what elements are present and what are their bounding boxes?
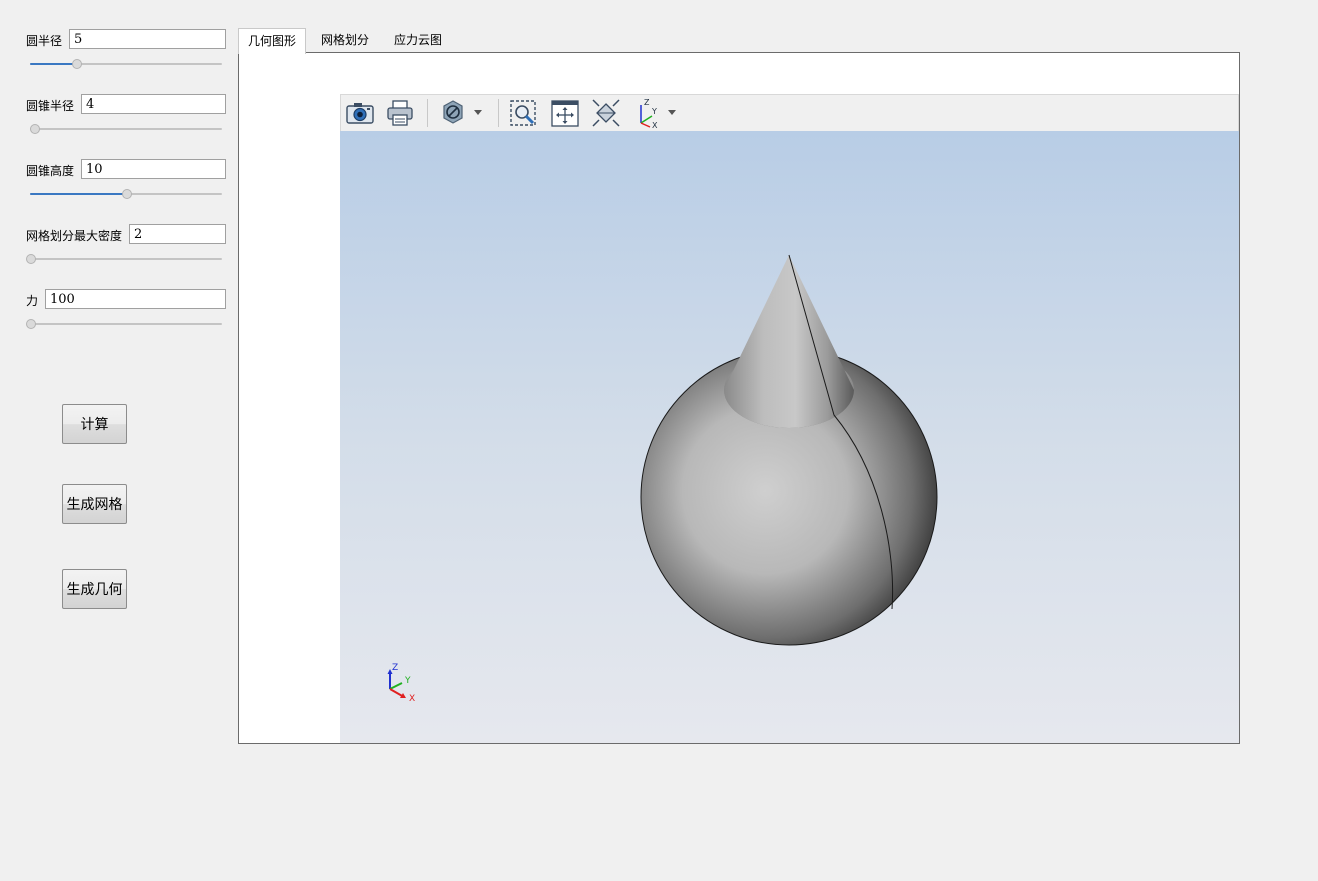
cone-body <box>724 255 854 428</box>
zoom-box-icon[interactable] <box>507 97 539 129</box>
cone-radius-input[interactable] <box>81 94 226 114</box>
print-icon[interactable] <box>384 97 416 129</box>
toolbar-separator <box>498 99 499 127</box>
axes-icon[interactable]: Z Y X <box>633 97 683 129</box>
pan-icon[interactable] <box>549 97 581 129</box>
tab-geometry[interactable]: 几何图形 <box>238 28 307 54</box>
svg-text:Y: Y <box>651 107 657 116</box>
visibility-icon[interactable] <box>437 97 487 129</box>
fit-all-icon[interactable] <box>590 97 622 129</box>
compute-button[interactable]: 计算 <box>62 404 127 444</box>
tab-mesh[interactable]: 网格划分 <box>312 28 378 53</box>
axis-triad-icon: Z Y X <box>387 663 415 704</box>
geometry-model <box>640 254 938 646</box>
triad-y-label: Y <box>404 676 411 686</box>
tab-stress-contour[interactable]: 应力云图 <box>385 28 451 53</box>
generate-mesh-button[interactable]: 生成网格 <box>62 484 127 524</box>
svg-text:X: X <box>652 121 658 129</box>
cone-radius-label: 圆锥半径 <box>26 99 75 113</box>
cone-height-label: 圆锥高度 <box>26 164 75 178</box>
cone-height-input[interactable] <box>81 159 226 179</box>
mesh-density-input[interactable] <box>129 224 226 244</box>
slider-handle[interactable] <box>122 189 132 199</box>
render-area[interactable]: Z Y X <box>340 131 1239 743</box>
3d-viewer: Z Y X Z Y X <box>340 94 1239 743</box>
sphere-radius-input[interactable] <box>69 29 226 49</box>
camera-icon[interactable] <box>344 97 376 129</box>
viewer-toolbar: Z Y X <box>340 94 1239 132</box>
mesh-density-label: 网格划分最大密度 <box>26 229 123 243</box>
sphere-radius-label: 圆半径 <box>26 34 63 48</box>
triad-x-label: X <box>409 694 415 704</box>
mesh-density-slider[interactable] <box>26 253 222 265</box>
slider-handle[interactable] <box>26 254 36 264</box>
cone-radius-slider[interactable] <box>30 123 222 135</box>
slider-handle[interactable] <box>72 59 82 69</box>
generate-geometry-button[interactable]: 生成几何 <box>62 569 127 609</box>
force-label: 力 <box>26 294 39 308</box>
cone-height-slider[interactable] <box>30 188 222 200</box>
slider-handle[interactable] <box>30 124 40 134</box>
triad-z-label: Z <box>392 663 398 673</box>
slider-handle[interactable] <box>26 319 36 329</box>
force-slider[interactable] <box>26 318 222 330</box>
toolbar-separator <box>427 99 428 127</box>
force-input[interactable] <box>45 289 226 309</box>
sphere-radius-slider[interactable] <box>30 58 222 70</box>
svg-text:Z: Z <box>644 98 650 107</box>
